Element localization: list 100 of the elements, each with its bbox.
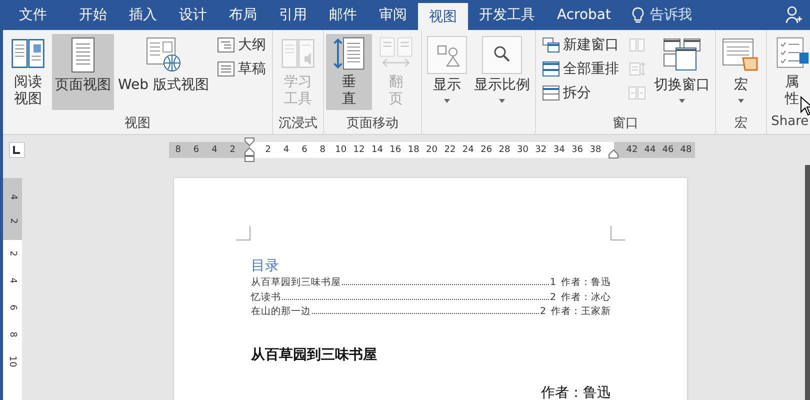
page-arrows-icon	[628, 60, 646, 76]
ruler-number: 2	[228, 145, 237, 155]
ribbon-tab[interactable]: 设计	[168, 0, 218, 30]
ribbon-button[interactable]: 垂直	[326, 34, 372, 110]
toc-heading: 目录	[251, 257, 280, 275]
lightbulb-icon	[632, 6, 644, 24]
ruler-number: 8	[318, 145, 327, 155]
windows-icon	[542, 36, 560, 52]
toc-entry-author: 作者：王家新	[551, 305, 611, 318]
ribbon-tab[interactable]: 开始	[68, 0, 118, 30]
ribbon-button[interactable]: 新建窗口	[542, 34, 619, 55]
ruler-number: 8	[6, 332, 18, 338]
ruler-number: 32	[534, 145, 548, 155]
ribbon-button[interactable]: 大纲	[216, 34, 266, 55]
ribbon-tab[interactable]: 开发工具	[468, 0, 546, 30]
macro-icon	[720, 36, 761, 74]
ruler-number: 38	[588, 145, 602, 155]
ribbon-button[interactable]: 显示	[424, 34, 470, 110]
group-label: 宏	[733, 115, 748, 133]
author-line: 作者：鲁迅	[540, 384, 611, 400]
ruler-number: 4	[210, 145, 218, 155]
toc-entry-title[interactable]: 忆读书	[251, 290, 281, 304]
ribbon-tab[interactable]: 审阅	[368, 0, 418, 30]
ruler-number: 18	[406, 145, 420, 155]
ruler-number: 44	[643, 145, 657, 155]
caret-icon	[738, 99, 744, 103]
ruler-number: 10	[6, 356, 18, 368]
group-label: 页面移动	[345, 115, 400, 133]
toc-entry-author: 作者：冰心	[561, 290, 611, 304]
tell-me-link[interactable]: 告诉我	[650, 6, 692, 24]
split-window-icon	[542, 84, 560, 100]
ribbon-tab[interactable]: 邮件	[318, 0, 368, 30]
ruler-number: 2	[264, 145, 272, 155]
toc-entry-author: 作者：鲁迅	[561, 276, 611, 290]
ribbon-button[interactable]: 草稿	[216, 58, 266, 79]
caret-icon	[444, 99, 450, 103]
ruler-number: 12	[352, 145, 366, 155]
ribbon-button[interactable]: 全部重排	[542, 58, 619, 79]
toc-entry-title[interactable]: 从百草园到三味书屋	[251, 276, 341, 290]
group-label: 窗口	[611, 115, 640, 133]
toc-page-number: 2	[550, 290, 556, 304]
indent-marker-icon[interactable]	[244, 137, 255, 163]
ribbon-button[interactable]: Web 版式视图	[115, 34, 212, 110]
outline-icon	[216, 36, 235, 52]
ribbon-tab[interactable]: 文件	[8, 0, 58, 30]
ribbon-button[interactable]: 切换窗口	[650, 34, 713, 110]
group-label: 视图	[123, 115, 152, 133]
ribbon-tab[interactable]: Acrobat	[546, 0, 622, 30]
toc-page-number: 1	[550, 276, 556, 290]
corner-mark-icon	[610, 226, 625, 241]
ribbon-button[interactable]: 页面视图	[52, 34, 114, 110]
shapes-icon	[426, 36, 467, 74]
group-label: Share.	[770, 114, 810, 131]
caret-icon	[678, 99, 685, 103]
ruler-number: 4	[282, 145, 290, 155]
ruler-number: 46	[661, 145, 675, 155]
two-pages-icon	[628, 36, 646, 52]
pages-icon	[628, 84, 646, 100]
ruler-number: 2	[8, 218, 18, 224]
ribbon-button[interactable]: 阅读视图	[5, 34, 51, 110]
ribbon-tab[interactable]: 布局	[218, 0, 268, 30]
document-heading: 从百草园到三味书屋	[251, 346, 378, 364]
ruler-number: 4	[8, 194, 18, 200]
ruler-number: 14	[370, 145, 384, 155]
ruler-number: 8	[174, 145, 182, 155]
ruler-number: 4	[6, 278, 18, 284]
ruler-number: 22	[443, 145, 457, 155]
indent-marker-icon[interactable]	[608, 149, 619, 159]
ruler-number: 24	[461, 145, 475, 155]
ruler-number: 20	[425, 145, 438, 155]
ribbon-button[interactable]: 拆分	[542, 82, 619, 103]
ruler-number: 2	[6, 250, 18, 256]
ruler-number: 6	[300, 145, 308, 155]
ruler-number: 16	[388, 145, 402, 155]
toc-page-number: 2	[540, 305, 546, 318]
tab-stop-icon[interactable]	[9, 142, 25, 158]
caret-icon	[498, 99, 505, 103]
ruler-number: 48	[679, 145, 693, 155]
stacked-windows-icon	[542, 60, 560, 76]
ribbon-tab[interactable]: 引用	[268, 0, 318, 30]
ruler-number: 30	[516, 145, 530, 155]
ribbon-button[interactable]: 宏	[718, 34, 764, 110]
lines-icon	[216, 60, 235, 76]
ruler-number: 34	[552, 145, 566, 155]
person-add-icon[interactable]	[786, 6, 802, 24]
ruler-number: 28	[498, 145, 512, 155]
ruler-number: 6	[192, 145, 200, 155]
search-icon	[482, 36, 522, 74]
ruler-number: 10	[334, 145, 348, 155]
group-label: 沉浸式	[277, 115, 318, 133]
ribbon-tab[interactable]: 视图	[418, 3, 468, 30]
ruler-number: 26	[480, 145, 494, 155]
ribbon-tab[interactable]: 插入	[118, 0, 168, 30]
corner-mark-icon	[236, 226, 251, 241]
ruler-number: 42	[625, 145, 639, 155]
toc-entry-title[interactable]: 在山的那一边	[251, 305, 311, 318]
ribbon-button[interactable]: 属性	[768, 34, 810, 110]
ruler-number: 36	[570, 145, 584, 155]
ribbon-button[interactable]: 显示比例	[470, 34, 533, 110]
ruler-number: 6	[6, 304, 18, 310]
